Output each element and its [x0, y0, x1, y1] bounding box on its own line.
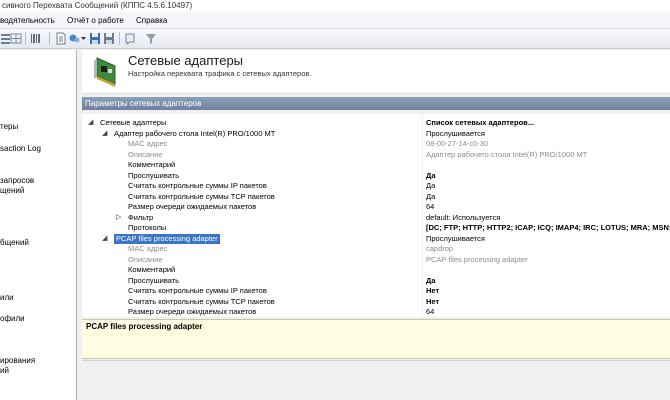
property-name: Прослушивать [128, 170, 180, 180]
nav-item-processing-sub[interactable]: ий [0, 366, 9, 376]
help-icon[interactable] [124, 32, 136, 45]
property-value[interactable]: Нет [426, 286, 439, 296]
property-row[interactable]: Считать контрольные суммы IP пакетов Нет [82, 286, 670, 296]
property-row[interactable]: Прослушивать Да [82, 171, 670, 181]
description-pane: PCAP files processing adapter [82, 319, 670, 359]
nav-item-user-profiles[interactable]: офили [0, 314, 25, 324]
menu-item-work-report[interactable]: Отчёт о работе [67, 15, 124, 26]
property-name: Протоколы [128, 223, 167, 232]
property-value[interactable]: Да [426, 276, 436, 286]
expander-closed-icon[interactable]: ▷ [116, 213, 121, 223]
property-name: PCAP files processing adapter [114, 233, 220, 244]
property-row[interactable]: Комментарий [82, 265, 670, 275]
property-name: Комментарий [128, 265, 176, 274]
toolbar [0, 29, 670, 49]
property-value[interactable]: Нет [426, 297, 439, 307]
property-row[interactable]: Размер очереди ожидаемых пакетов 64 [82, 307, 670, 317]
property-value[interactable]: default: Используется [426, 213, 500, 223]
expander-open-icon[interactable]: ◢ [102, 234, 107, 244]
property-row[interactable]: ◢ Сетевые адаптеры Список сетевых адаптеро… [82, 118, 670, 128]
toolbar-separator [49, 32, 50, 45]
property-value[interactable]: 64 [426, 307, 434, 317]
section-header: Параметры сетевых адаптеров [82, 97, 670, 110]
property-value[interactable]: Прослушивается [426, 129, 485, 139]
menu-bar: водятельность Отчёт о работе Справка [0, 12, 670, 29]
page-header: Сетевые адаптеры Настройка перехвата тра… [82, 50, 670, 94]
property-name: Описание [128, 254, 163, 264]
save-icon[interactable] [89, 32, 101, 45]
property-name: MAC адрес [128, 244, 168, 253]
property-value[interactable]: Список сетевых адаптеров... [426, 118, 534, 128]
property-row[interactable]: MAC адрес 08-00-27-14-c0-30 [82, 139, 670, 149]
property-row[interactable]: ◢ Адаптер рабочего стола Intel(R) PRO/100… [82, 129, 670, 139]
nav-item-requests[interactable]: запросов [0, 176, 34, 186]
document-icon[interactable] [55, 32, 67, 45]
property-value[interactable]: 64 [426, 202, 434, 212]
description-text: PCAP files processing adapter [86, 322, 203, 331]
property-value[interactable]: 08-00-27-14-c0-30 [426, 139, 488, 149]
nav-item-adapters[interactable]: теры [0, 122, 18, 132]
property-name: Считать контрольные суммы TCP пакетов [128, 296, 275, 306]
property-name: Считать контрольные суммы TCP пакетов [128, 191, 275, 201]
property-name: Прослушивать [128, 275, 180, 285]
settings-dropdown-icon[interactable] [68, 32, 86, 45]
property-value[interactable]: Прослушивается [426, 234, 485, 244]
page-subtitle: Настройка перехвата трафика с сетевых ад… [128, 69, 312, 78]
toolbar-separator [119, 32, 120, 45]
property-row[interactable]: ▷ Фильтр default: Используется [82, 213, 670, 223]
property-row[interactable]: Считать контрольные суммы IP пакетов Да [82, 181, 670, 191]
property-grid[interactable]: ◢ Сетевые адаптеры Список сетевых адаптеро… [82, 114, 670, 317]
property-name: Сетевые адаптеры [100, 118, 167, 127]
property-value[interactable]: [DC; FTP; HTTP; HTTP2; ICAP; ICQ; IMAP4;… [426, 223, 670, 233]
page-title: Сетевые адаптеры [128, 53, 244, 68]
property-name: Фильтр [128, 212, 154, 222]
network-card-icon [94, 57, 116, 87]
property-row[interactable]: Размер очереди ожидаемых пакетов 64 [82, 202, 670, 212]
filter-icon[interactable] [145, 32, 157, 45]
property-value[interactable]: Да [426, 171, 436, 181]
property-value[interactable]: Адаптер рабочего стола Intel(R) PRO/1000… [426, 150, 587, 160]
property-name: Описание [128, 149, 163, 159]
property-name: Считать контрольные суммы IP пакетов [128, 181, 267, 190]
property-row[interactable]: Считать контрольные суммы TCP пакетов Да [82, 192, 670, 202]
navigation-tree: теры saction Log запросов щений бщений и… [0, 50, 77, 400]
property-name: MAC адрес [128, 139, 168, 148]
property-name: Адаптер рабочего стола Intel(R) PRO/1000… [114, 128, 276, 138]
property-row[interactable]: Считать контрольные суммы TCP пакетов Нет [82, 297, 670, 307]
expander-open-icon[interactable]: ◢ [88, 118, 93, 128]
property-name: Размер очереди ожидаемых пакетов [128, 202, 257, 211]
property-value[interactable]: capdrop [426, 244, 453, 254]
window-title: сивного Перехвата Сообщений (КППС 4.5.6.… [0, 0, 670, 12]
status-bar [82, 360, 670, 400]
property-row[interactable]: Протоколы [DC; FTP; HTTP; HTTP2; ICAP; IC… [82, 223, 670, 233]
save-as-icon[interactable] [103, 32, 115, 45]
nav-item-messages[interactable]: щений [0, 186, 24, 196]
nav-item-profiles[interactable]: или [0, 293, 14, 303]
property-name: Комментарий [128, 160, 176, 169]
property-row[interactable]: Комментарий [82, 160, 670, 170]
property-value[interactable]: Да [426, 181, 435, 191]
grid-icon[interactable] [10, 32, 22, 45]
nav-item-processing[interactable]: ирования [0, 356, 35, 366]
property-row[interactable]: MAC адрес capdrop [82, 244, 670, 254]
property-row-selected[interactable]: ◢ PCAP files processing adapter Прослушива… [82, 233, 670, 244]
nav-item-message-log[interactable]: бщений [0, 238, 29, 248]
barcode-icon[interactable] [30, 32, 42, 45]
property-row[interactable]: Описание PCAP files processing adapter [82, 255, 670, 265]
property-row[interactable]: Описание Адаптер рабочего стола Intel(R) … [82, 150, 670, 160]
toolbar-separator [25, 32, 26, 45]
nav-item-transaction-log[interactable]: saction Log [0, 144, 41, 154]
property-value[interactable]: PCAP files processing adapter [426, 255, 528, 265]
property-value[interactable]: Да [426, 192, 435, 202]
menu-item-activity[interactable]: водятельность [0, 15, 55, 26]
property-name: Считать контрольные суммы IP пакетов [128, 286, 267, 295]
property-row[interactable]: Прослушивать Да [82, 276, 670, 286]
menu-item-help[interactable]: Справка [136, 15, 167, 26]
expander-open-icon[interactable]: ◢ [102, 129, 107, 139]
property-name: Размер очереди ожидаемых пакетов [128, 307, 257, 316]
